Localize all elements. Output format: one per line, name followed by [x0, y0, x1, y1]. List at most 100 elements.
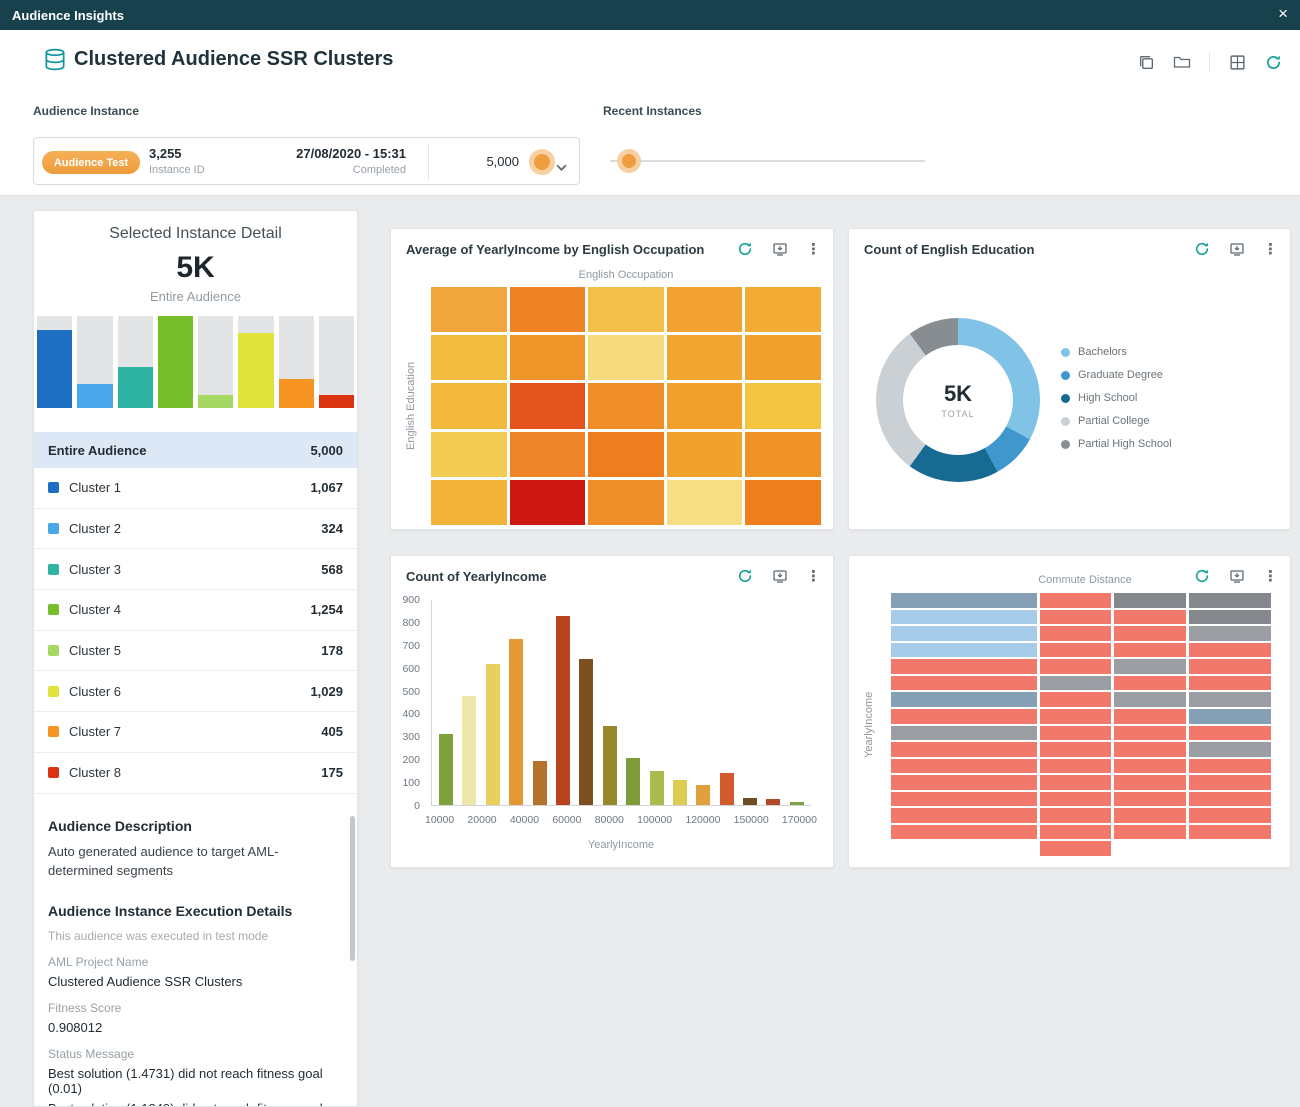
distribution-cell[interactable]: [891, 659, 1037, 674]
kebab-menu-icon[interactable]: ⋮: [806, 569, 821, 584]
distribution-cell[interactable]: [891, 676, 1037, 691]
table-row[interactable]: Cluster 8175: [34, 753, 357, 794]
bar[interactable]: [626, 758, 640, 805]
legend-item[interactable]: Partial High School: [1061, 438, 1172, 450]
slider-handle[interactable]: [617, 149, 641, 173]
heatmap-cell[interactable]: [667, 335, 743, 380]
legend-item[interactable]: Bachelors: [1061, 346, 1172, 358]
export-icon[interactable]: [771, 567, 789, 585]
distribution-cell[interactable]: [1189, 808, 1270, 823]
distribution-cell[interactable]: [1114, 825, 1186, 840]
heatmap-cell[interactable]: [745, 287, 821, 332]
heatmap-cell[interactable]: [745, 432, 821, 477]
distribution-cell[interactable]: [891, 759, 1037, 774]
bar[interactable]: [533, 761, 547, 805]
folder-icon[interactable]: [1173, 53, 1191, 71]
distribution-cell[interactable]: [1114, 709, 1186, 724]
distribution-cell[interactable]: [1040, 726, 1112, 741]
distribution-cell[interactable]: [891, 626, 1037, 641]
distribution-cell[interactable]: [1189, 659, 1270, 674]
bar[interactable]: [720, 773, 734, 805]
heatmap-cell[interactable]: [588, 480, 664, 525]
heatmap-cell[interactable]: [510, 480, 586, 525]
distribution-cell[interactable]: [1040, 643, 1112, 658]
bar[interactable]: [696, 785, 710, 806]
distribution-cell[interactable]: [1189, 792, 1270, 807]
heatmap-cell[interactable]: [667, 432, 743, 477]
distribution-cell[interactable]: [891, 709, 1037, 724]
distribution-cell[interactable]: [1114, 742, 1186, 757]
distribution-cell[interactable]: [1114, 726, 1186, 741]
bar[interactable]: [486, 664, 500, 805]
heatmap-cell[interactable]: [588, 335, 664, 380]
heatmap-cell[interactable]: [510, 432, 586, 477]
kebab-menu-icon[interactable]: ⋮: [1263, 242, 1278, 257]
heatmap-cell[interactable]: [667, 480, 743, 525]
table-row[interactable]: Cluster 5178: [34, 631, 357, 672]
distribution-cell[interactable]: [1040, 593, 1112, 608]
copy-icon[interactable]: [1137, 53, 1155, 71]
distribution-cell[interactable]: [1189, 726, 1270, 741]
distribution-cell[interactable]: [891, 643, 1037, 658]
legend-item[interactable]: High School: [1061, 392, 1172, 404]
scrollbar-thumb[interactable]: [350, 816, 355, 961]
bar[interactable]: [766, 799, 780, 805]
distribution-cell[interactable]: [1114, 808, 1186, 823]
refresh-icon[interactable]: [736, 240, 754, 258]
distribution-cell[interactable]: [1189, 692, 1270, 707]
legend-item[interactable]: Partial College: [1061, 415, 1172, 427]
distribution-cell[interactable]: [1040, 676, 1112, 691]
table-row[interactable]: Cluster 61,029: [34, 671, 357, 712]
bar[interactable]: [462, 696, 476, 805]
kebab-menu-icon[interactable]: ⋮: [806, 242, 821, 257]
distribution-cell[interactable]: [1114, 643, 1186, 658]
heatmap-cell[interactable]: [588, 432, 664, 477]
distribution-cell[interactable]: [891, 792, 1037, 807]
distribution-cell[interactable]: [891, 825, 1037, 840]
heatmap-cell[interactable]: [745, 335, 821, 380]
table-row[interactable]: Cluster 11,067: [34, 468, 357, 509]
distribution-cell[interactable]: [891, 610, 1037, 625]
distribution-cell[interactable]: [1040, 792, 1112, 807]
heatmap-cell[interactable]: [431, 383, 507, 428]
distribution-cell[interactable]: [891, 775, 1037, 790]
table-row[interactable]: Cluster 2324: [34, 509, 357, 550]
refresh-icon[interactable]: [736, 567, 754, 585]
export-icon[interactable]: [1228, 240, 1246, 258]
distribution-cell[interactable]: [1114, 792, 1186, 807]
distribution-cell[interactable]: [1040, 610, 1112, 625]
distribution-cell[interactable]: [891, 742, 1037, 757]
recent-instances-slider[interactable]: [610, 160, 925, 162]
distribution-cell[interactable]: [1040, 709, 1112, 724]
heatmap-cell[interactable]: [588, 383, 664, 428]
distribution-cell[interactable]: [1040, 659, 1112, 674]
table-row[interactable]: Cluster 7405: [34, 712, 357, 753]
export-icon[interactable]: [771, 240, 789, 258]
heatmap-cell[interactable]: [667, 287, 743, 332]
distribution-cell[interactable]: [1189, 709, 1270, 724]
distribution-cell[interactable]: [1040, 626, 1112, 641]
distribution-cell[interactable]: [891, 593, 1037, 608]
heatmap-cell[interactable]: [510, 335, 586, 380]
heatmap-cell[interactable]: [431, 335, 507, 380]
heatmap-cell[interactable]: [431, 480, 507, 525]
distribution-cell[interactable]: [1040, 775, 1112, 790]
bar[interactable]: [509, 639, 523, 805]
distribution-cell[interactable]: [1189, 775, 1270, 790]
distribution-cell[interactable]: [1114, 610, 1186, 625]
distribution-cell[interactable]: [1114, 676, 1186, 691]
bar[interactable]: [743, 798, 757, 805]
distribution-cell[interactable]: [1189, 742, 1270, 757]
refresh-icon[interactable]: [1193, 240, 1211, 258]
distribution-cell[interactable]: [1189, 676, 1270, 691]
distribution-cell[interactable]: [1040, 808, 1112, 823]
heatmap-cell[interactable]: [588, 287, 664, 332]
entire-audience-row[interactable]: Entire Audience 5,000: [34, 432, 357, 468]
distribution-cell[interactable]: [1114, 659, 1186, 674]
bar[interactable]: [650, 771, 664, 805]
distribution-cell[interactable]: [1040, 742, 1112, 757]
distribution-cell[interactable]: [1040, 825, 1112, 840]
table-row[interactable]: Cluster 41,254: [34, 590, 357, 631]
distribution-cell[interactable]: [891, 692, 1037, 707]
heatmap-cell[interactable]: [431, 287, 507, 332]
